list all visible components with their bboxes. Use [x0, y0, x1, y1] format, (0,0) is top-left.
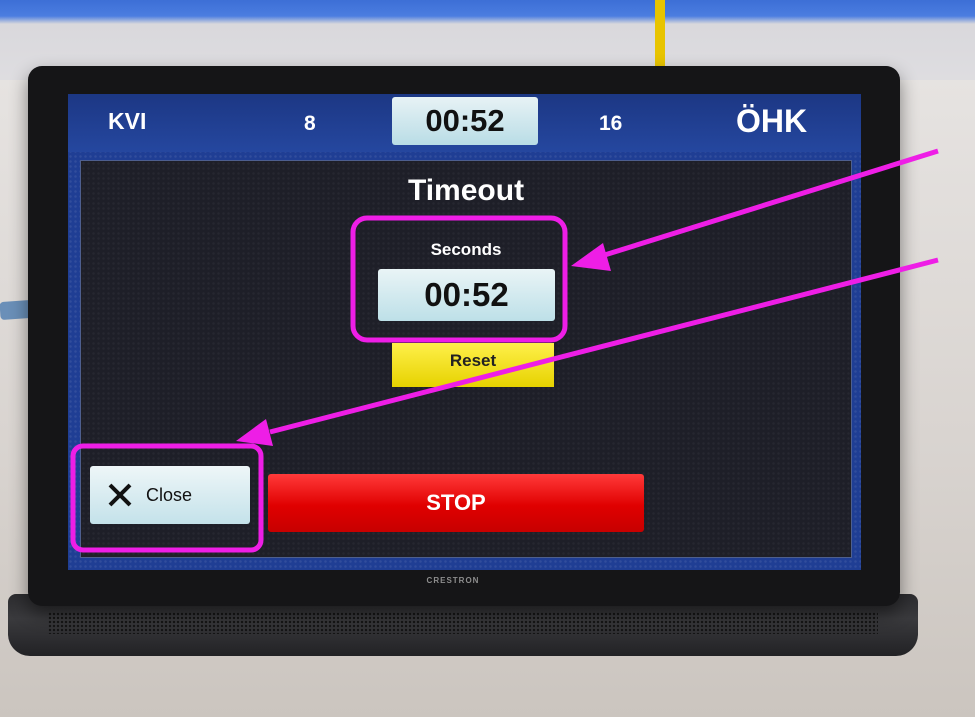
brand-logo: CRESTRON: [426, 576, 480, 585]
home-team-name: KVI: [108, 108, 147, 134]
seconds-label: Seconds: [430, 240, 502, 259]
home-score: 8: [304, 112, 316, 135]
scoreboard-bar: KVI 8 00:52 16 ÖHK: [68, 94, 861, 152]
timeout-title: Timeout: [407, 174, 525, 207]
game-clock[interactable]: 00:52: [392, 97, 538, 145]
stop-button[interactable]: STOP: [268, 474, 644, 532]
speaker-grille: [48, 612, 878, 634]
close-icon: [108, 483, 132, 507]
away-team-name: ÖHK: [736, 103, 808, 139]
close-label: Close: [146, 485, 193, 505]
away-score: 16: [599, 112, 623, 135]
timeout-panel: Timeout Seconds 00:52 Reset Close STOP: [80, 160, 852, 558]
timeout-seconds-display[interactable]: 00:52: [378, 269, 555, 321]
court-line: [655, 0, 665, 70]
touch-screen: KVI 8 00:52 16 ÖHK Timeout Seconds 00:52…: [68, 94, 861, 570]
close-button[interactable]: Close: [90, 466, 250, 524]
reset-button[interactable]: Reset: [392, 343, 554, 387]
